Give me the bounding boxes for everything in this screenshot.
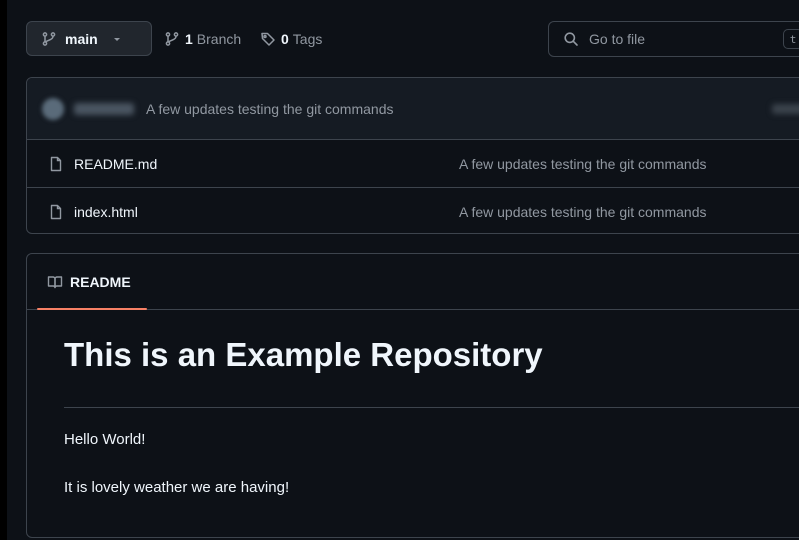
file-row-readme[interactable]: README.md A few updates testing the git … (27, 140, 799, 187)
latest-commit-bar: A few updates testing the git commands (27, 78, 799, 140)
file-name[interactable]: README.md (74, 156, 157, 172)
branch-name: main (65, 30, 98, 47)
readme-heading: This is an Example Repository (64, 336, 543, 373)
file-icon (48, 204, 64, 220)
keyboard-shortcut-hint: t (783, 29, 799, 49)
file-commit-message[interactable]: A few updates testing the git commands (459, 156, 706, 172)
branch-count: 1 (185, 30, 193, 47)
tag-label: Tags (292, 30, 323, 47)
branches-link[interactable]: 1 Branch (164, 21, 241, 56)
heading-divider (64, 407, 799, 408)
book-icon (47, 274, 63, 290)
readme-paragraph: It is lovely weather we are having! (64, 479, 290, 496)
file-commit-message[interactable]: A few updates testing the git commands (459, 204, 706, 220)
file-row-index[interactable]: index.html A few updates testing the git… (27, 187, 799, 233)
branch-label: Branch (196, 30, 242, 47)
latest-commit-message[interactable]: A few updates testing the git commands (146, 101, 393, 117)
git-branch-icon (41, 31, 57, 47)
go-to-file-search[interactable]: t (548, 21, 799, 57)
tags-link[interactable]: 0 Tags (260, 21, 322, 56)
tab-label: README (70, 273, 131, 290)
go-to-file-input[interactable] (587, 30, 751, 48)
search-icon (563, 31, 579, 47)
branch-selector-button[interactable]: main (26, 21, 152, 56)
git-branch-icon (164, 31, 180, 47)
repository-page: main 1 Branch 0 Tags Go to file t A few … (7, 0, 799, 540)
active-tab-indicator (37, 308, 147, 310)
file-name[interactable]: index.html (74, 204, 138, 220)
chevron-down-icon (112, 34, 122, 44)
avatar[interactable] (42, 97, 64, 120)
tag-count: 0 (281, 30, 289, 47)
file-list: A few updates testing the git commands R… (26, 77, 799, 234)
commit-info-blurred (772, 103, 799, 114)
readme-panel: README This is an Example Repository Hel… (26, 253, 799, 538)
tag-icon (260, 31, 276, 47)
file-icon (48, 156, 64, 172)
tab-readme[interactable]: README (37, 254, 147, 309)
readme-paragraph: Hello World! (64, 431, 146, 448)
commit-author-blurred[interactable] (74, 102, 134, 115)
readme-tab-bar: README (27, 254, 799, 310)
